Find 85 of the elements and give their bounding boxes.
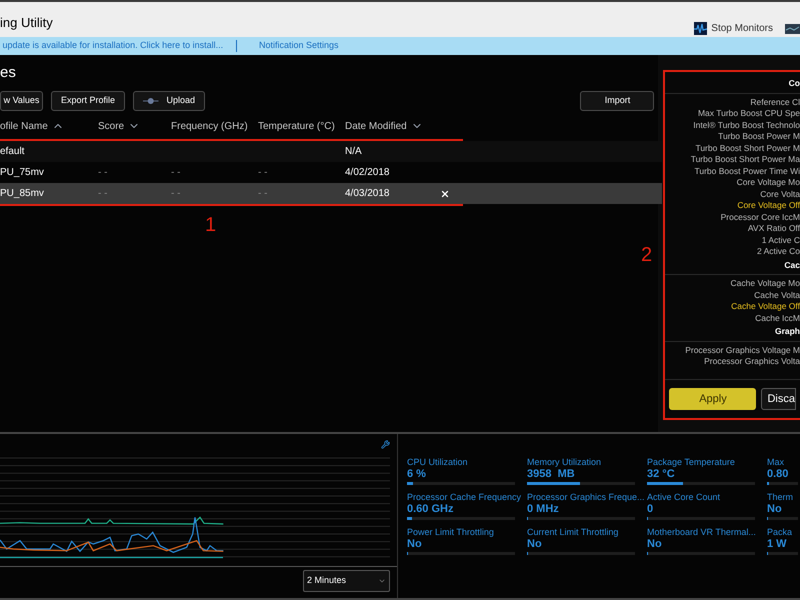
metric-value: 1 W xyxy=(767,538,788,551)
table-row[interactable]: PU_75mv - - - - - - 4/02/2018 xyxy=(0,162,662,183)
metric-label: CPU Utilization xyxy=(407,457,469,468)
metric-value: No xyxy=(527,538,543,551)
table-cell: - - xyxy=(98,188,108,199)
monitor-icon[interactable] xyxy=(785,24,800,34)
section-title: Co xyxy=(788,78,800,90)
wrench-icon[interactable] xyxy=(381,440,390,449)
metric-label: Power Limit Throttling xyxy=(407,527,495,538)
metric-value: No xyxy=(407,538,423,551)
discard-button[interactable]: Disca xyxy=(761,388,796,410)
stop-monitors-button[interactable]: Stop Monitors xyxy=(711,21,773,36)
section-heading: es xyxy=(0,65,17,80)
metric-label: Current Limit Throttling xyxy=(527,527,620,538)
metric-value: 32 °C xyxy=(647,468,676,481)
setting-label: Cache Volta xyxy=(754,290,800,301)
column-header[interactable]: Score xyxy=(98,118,124,134)
upload-button[interactable]: Upload xyxy=(133,91,206,111)
table-cell: PU_75mv xyxy=(0,167,44,178)
setting-label: Cache Voltage Mo xyxy=(730,278,800,290)
table-cell: PU_85mv xyxy=(0,188,44,199)
metric-value: No xyxy=(647,538,663,551)
metric-label: Active Core Count xyxy=(647,492,722,503)
section-title: Cac xyxy=(784,260,800,271)
metric-value: 0.80 xyxy=(767,468,790,481)
metric-label: Motherboard VR Thermal... xyxy=(647,527,757,538)
table-cell: - - xyxy=(258,167,268,178)
setting-label: Intel® Turbo Boost Technolo xyxy=(693,120,800,131)
setting-label: Max Turbo Boost CPU Spe xyxy=(698,108,800,120)
metric-value: 0 MHz xyxy=(527,503,560,516)
section-title: Graph xyxy=(774,326,800,338)
setting-label: Turbo Boost Power M xyxy=(718,131,800,142)
column-header[interactable]: Date Modified xyxy=(345,118,407,134)
annotation-label: 2 xyxy=(641,245,652,265)
window-title: ing Utility xyxy=(0,14,53,32)
setting-label: Core Voltage Mo xyxy=(736,177,800,188)
setting-label: Processor Core IccM xyxy=(720,212,800,223)
metric-value: 0 xyxy=(647,503,654,516)
metric-label: Memory Utilization xyxy=(527,457,602,468)
notification-settings-link[interactable]: Notification Settings xyxy=(259,39,339,53)
metric-label: Package Temperature xyxy=(647,457,736,468)
metric-value: 0.60 GHz xyxy=(407,503,454,516)
setting-label: 1 Active C xyxy=(762,234,800,246)
setting-label: Turbo Boost Short Power Ma xyxy=(690,154,800,166)
table-cell: 4/03/2018 xyxy=(345,188,390,199)
import-button[interactable]: Import xyxy=(580,91,654,111)
metric-value: 6 % xyxy=(407,468,427,481)
metric-label: Packa xyxy=(767,527,794,538)
metric-label: Processor Cache Frequency xyxy=(407,492,522,503)
profile-action-button[interactable]: w Values xyxy=(0,91,43,111)
time-range-dropdown[interactable]: 2 Minutes xyxy=(303,570,390,592)
table-cell: efault xyxy=(0,146,24,157)
table-row[interactable]: PU_85mv - - - - - - 4/03/2018 xyxy=(0,183,662,204)
profile-action-button[interactable]: Export Profile xyxy=(51,91,126,111)
caret-icon xyxy=(378,577,386,585)
update-link[interactable]: update is available for installation. Click here to install... xyxy=(0,39,236,53)
table-cell: - - xyxy=(98,167,108,178)
setting-label: Core Voltage Off xyxy=(737,200,800,212)
table-cell: - - xyxy=(171,167,180,178)
column-header[interactable]: Temperature (°C) xyxy=(258,118,335,134)
column-header[interactable]: ofile Name xyxy=(0,118,48,134)
table-cell: - - xyxy=(258,188,268,199)
setting-label: Cache Voltage Off xyxy=(731,301,800,312)
delete-icon[interactable] xyxy=(440,188,450,198)
waveform-icon xyxy=(694,22,708,35)
setting-label: Core Volta xyxy=(760,188,800,200)
metric-value: No xyxy=(767,503,783,516)
setting-label: Processor Graphics Voltage M xyxy=(685,344,800,356)
setting-label: Turbo Boost Short Power M xyxy=(695,142,800,154)
setting-label: AVX Ratio Off xyxy=(748,223,800,234)
table-cell: N/A xyxy=(345,146,362,157)
table-cell: 4/02/2018 xyxy=(345,167,390,178)
setting-label: Reference Cl xyxy=(750,96,800,108)
setting-label: 2 Active Co xyxy=(757,246,800,258)
column-header[interactable]: Frequency (GHz) xyxy=(171,118,248,134)
metric-label: Max xyxy=(767,457,786,468)
apply-button[interactable]: Apply xyxy=(669,388,756,410)
setting-label: Processor Graphics Volta xyxy=(704,356,800,368)
setting-label: Cache IccM xyxy=(755,312,800,324)
metric-label: Therm xyxy=(767,492,794,503)
setting-label: Turbo Boost Power Time Wi xyxy=(694,166,800,177)
metric-value: 3958 MB xyxy=(527,468,576,481)
metric-label: Processor Graphics Freque... xyxy=(527,492,645,503)
table-cell: - - xyxy=(171,188,180,199)
annotation-label: 1 xyxy=(205,215,218,235)
